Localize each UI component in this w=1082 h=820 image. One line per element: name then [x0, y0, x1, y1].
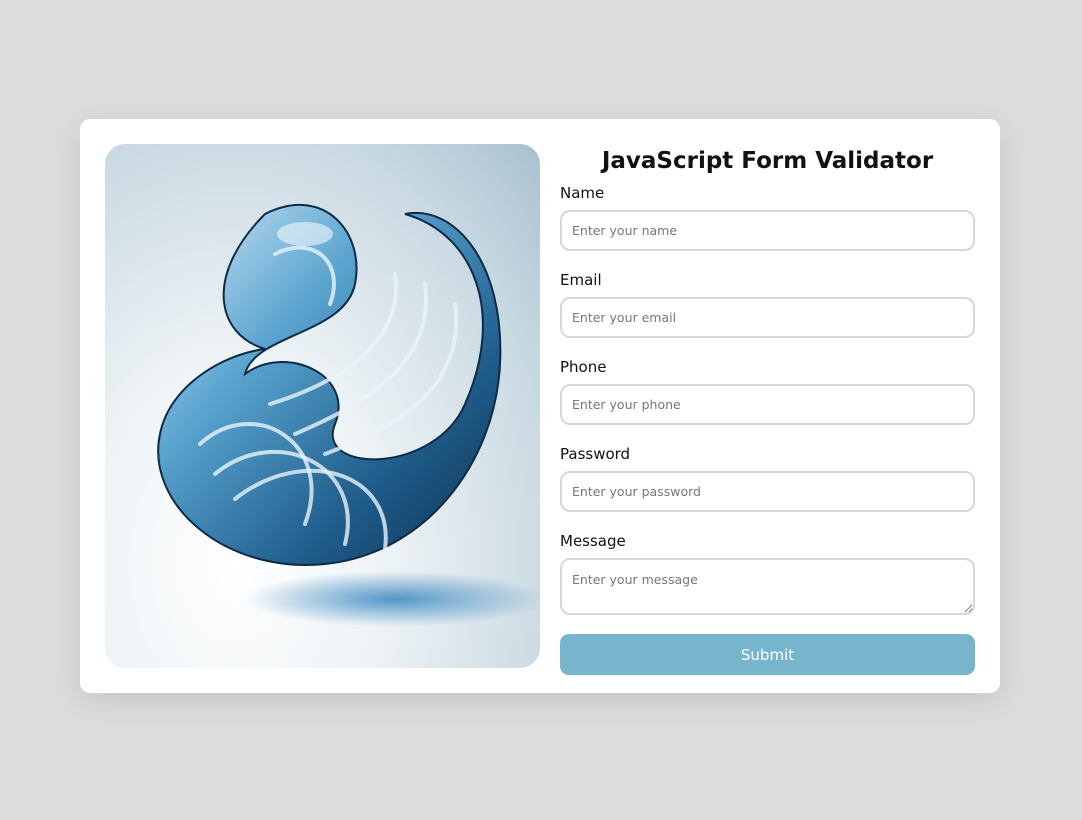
password-field-group: Password: [560, 444, 975, 512]
message-label: Message: [560, 532, 626, 550]
message-field-group: Message: [560, 531, 975, 615]
message-textarea[interactable]: [560, 558, 975, 615]
phone-field-group: Phone: [560, 357, 975, 425]
phone-label: Phone: [560, 358, 607, 376]
email-label: Email: [560, 271, 602, 289]
email-input[interactable]: [560, 297, 975, 338]
password-input[interactable]: [560, 471, 975, 512]
contact-form: JavaScript Form Validator Name Email Pho…: [560, 144, 975, 675]
form-title: JavaScript Form Validator: [601, 148, 934, 174]
abstract-wave-image: [105, 144, 540, 668]
name-label: Name: [560, 184, 605, 202]
phone-input[interactable]: [560, 384, 975, 425]
password-label: Password: [560, 445, 631, 463]
submit-button[interactable]: Submit: [560, 634, 975, 675]
name-field-group: Name: [560, 183, 975, 251]
name-input[interactable]: [560, 210, 975, 251]
form-card: JavaScript Form Validator Name Email Pho…: [80, 119, 1000, 693]
email-field-group: Email: [560, 270, 975, 338]
